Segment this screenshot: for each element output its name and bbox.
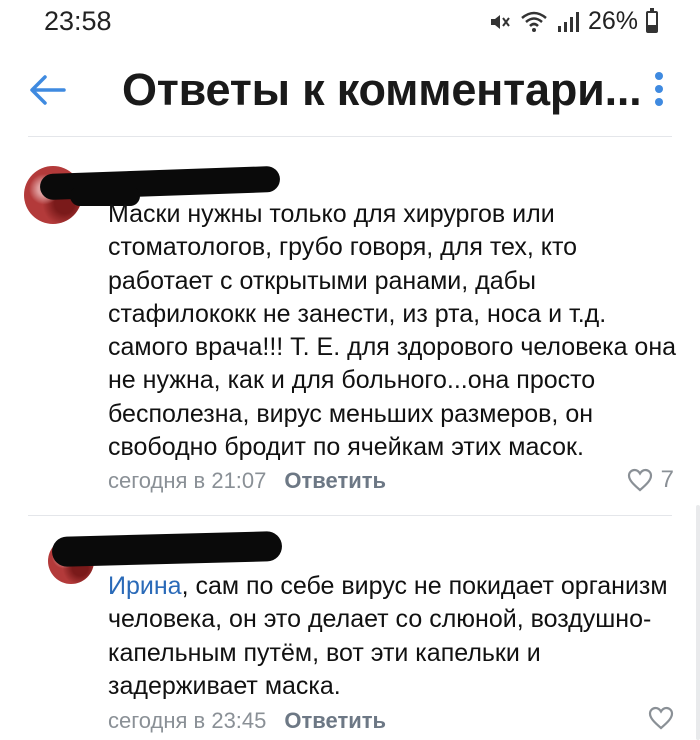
like-button[interactable]: 7 xyxy=(627,466,674,494)
comment-meta: сегодня в 21:07 Ответить xyxy=(108,468,386,494)
comment-body: , сам по себе вирус не покидает организм… xyxy=(108,572,668,700)
reply-button[interactable]: Ответить xyxy=(284,468,386,493)
heart-icon xyxy=(627,468,652,492)
battery-percent: 26% xyxy=(587,7,638,35)
comment-text: Ирина, сам по себе вирус не покидает орг… xyxy=(108,570,678,703)
comment-meta: сегодня в 23:45 Ответить xyxy=(108,708,386,734)
heart-icon xyxy=(648,706,674,730)
divider xyxy=(28,515,672,516)
comment-body: Маски нужны только для хирургов или стом… xyxy=(108,200,677,462)
comment-item: Ирина, сам по себе вирус не покидает орг… xyxy=(0,520,700,740)
signal-icon xyxy=(557,11,579,32)
app-bar: Ответы к комментари... xyxy=(0,44,700,136)
divider xyxy=(28,136,672,137)
redacted-author-name xyxy=(51,530,283,568)
more-vertical-icon[interactable] xyxy=(648,72,670,108)
status-time: 23:58 xyxy=(44,6,112,36)
status-icons: 26% xyxy=(488,7,658,36)
reply-mention-link[interactable]: Ирина xyxy=(108,572,182,600)
wifi-icon xyxy=(521,11,547,32)
comment-item: Маски нужны только для хирургов или стом… xyxy=(0,150,700,510)
page-title: Ответы к комментари... xyxy=(122,64,642,115)
comment-time: сегодня в 23:45 xyxy=(108,708,267,733)
comment-text: Маски нужны только для хирургов или стом… xyxy=(108,198,678,464)
mute-icon xyxy=(490,14,510,29)
reply-button[interactable]: Ответить xyxy=(284,708,386,733)
battery-icon xyxy=(646,7,658,33)
arrow-left-icon[interactable] xyxy=(28,72,68,108)
comment-time: сегодня в 21:07 xyxy=(108,468,267,493)
like-button[interactable] xyxy=(648,706,674,730)
like-count: 7 xyxy=(660,466,674,493)
status-bar: 23:58 26% xyxy=(0,0,700,44)
